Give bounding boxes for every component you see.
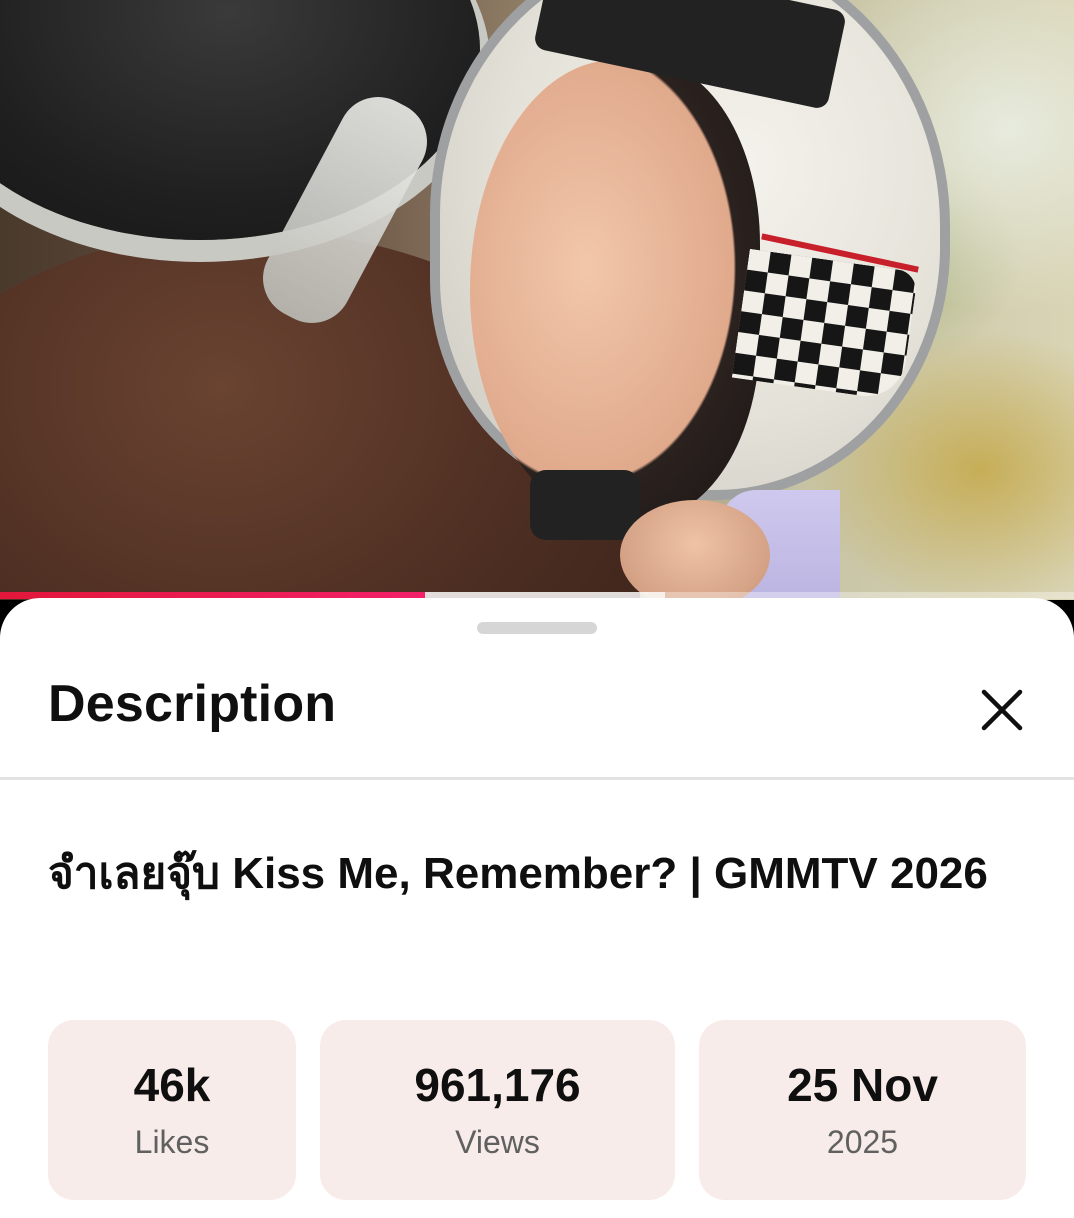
likes-stat: 46k Likes [48, 1020, 296, 1200]
video-title: จำเลยจุ๊บ Kiss Me, Remember? | GMMTV 202… [48, 849, 988, 898]
views-stat: 961,176 Views [320, 1020, 675, 1200]
sheet-divider [0, 777, 1074, 780]
video-frame-checker-pattern [731, 248, 919, 402]
sheet-title: Description [48, 675, 337, 733]
views-label: Views [455, 1124, 540, 1160]
video-frame-face [470, 60, 760, 520]
views-count: 961,176 [414, 1059, 581, 1111]
video-player[interactable] [0, 0, 1074, 600]
video-frame-hand [620, 500, 770, 600]
upload-year: 2025 [826, 1124, 899, 1160]
upload-date: 25 Nov [787, 1059, 938, 1111]
video-frame-buckle [530, 470, 640, 540]
sheet-drag-handle[interactable] [477, 622, 597, 634]
likes-label: Likes [134, 1124, 210, 1160]
close-icon [981, 689, 1023, 731]
date-stat: 25 Nov 2025 [699, 1020, 1026, 1200]
close-button[interactable] [970, 678, 1034, 742]
description-sheet: Description จำเลยจุ๊บ Kiss Me, Remember?… [0, 598, 1074, 1218]
likes-count: 46k [133, 1059, 211, 1111]
